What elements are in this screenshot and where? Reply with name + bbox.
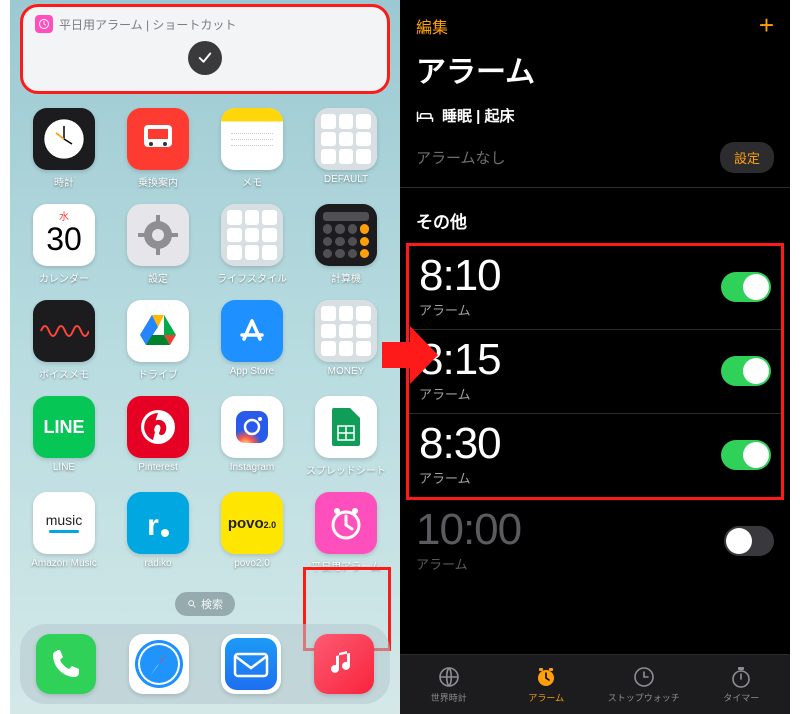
tab-ストップウォッチ[interactable]: ストップウォッチ [595, 655, 693, 714]
app-MONEY[interactable]: MONEY [306, 300, 386, 392]
alarm-label: アラーム [416, 554, 521, 573]
bed-icon [416, 109, 434, 123]
app-ライフスタイル[interactable]: ライフスタイル [212, 204, 292, 296]
app-時計[interactable]: 時計 [24, 108, 104, 200]
shortcut-app-icon [35, 15, 53, 33]
app-メモ[interactable]: メモ [212, 108, 292, 200]
app-ボイスメモ[interactable]: ボイスメモ [24, 300, 104, 392]
alarm-row[interactable]: 10:00 アラーム [400, 500, 790, 583]
check-icon [188, 41, 222, 75]
dock-mail[interactable] [221, 634, 281, 694]
alarm-time: 8:10 [419, 254, 501, 298]
alarm-toggle[interactable] [721, 440, 771, 470]
app-設定[interactable]: 設定 [118, 204, 198, 296]
alarm-toggle[interactable] [721, 356, 771, 386]
tab-bar: 世界時計アラームストップウォッチタイマー [400, 654, 790, 714]
search-icon [187, 599, 197, 609]
alarm-time: 8:30 [419, 422, 501, 466]
other-section-header: その他 [400, 188, 790, 243]
edit-button[interactable]: 編集 [416, 14, 448, 38]
dock-safari[interactable] [129, 634, 189, 694]
shortcut-notification: 平日用アラーム | ショートカット [20, 4, 390, 94]
alarm-toggle[interactable] [721, 272, 771, 302]
arrow-icon [380, 320, 440, 390]
app-Pinterest[interactable]: Pinterest [118, 396, 198, 488]
dock-music[interactable] [314, 634, 374, 694]
sleep-settings-button[interactable]: 設定 [720, 142, 774, 173]
no-alarm-label: アラームなし [416, 147, 506, 168]
homescreen: 平日用アラーム | ショートカット メッセージ tenki.jp カメラ 写真 … [10, 0, 400, 714]
alarm-row[interactable]: 8:15アラーム [409, 330, 781, 414]
highlighted-alarm-list: 8:10 アラーム 8:15アラーム 8:30 アラーム [406, 243, 784, 500]
app-平日用アラーム[interactable]: 平日用アラーム [306, 492, 386, 584]
app-LINE[interactable]: LINELINE [24, 396, 104, 488]
tab-アラーム[interactable]: アラーム [498, 655, 596, 714]
search-pill[interactable]: 検索 [175, 592, 235, 616]
home-grid: 時計乗換案内メモDEFAULT 水30カレンダー設定ライフスタイル計算機ボイスメモ… [24, 108, 386, 589]
tab-タイマー[interactable]: タイマー [693, 655, 791, 714]
alarm-row[interactable]: 8:30 アラーム [409, 414, 781, 497]
alarm-label: アラーム [419, 468, 501, 487]
app-計算機[interactable]: 計算機 [306, 204, 386, 296]
app-DEFAULT[interactable]: DEFAULT [306, 108, 386, 200]
alarm-time: 10:00 [416, 508, 521, 552]
alarm-label: アラーム [419, 300, 501, 319]
app-ドライブ[interactable]: ドライブ [118, 300, 198, 392]
dock [20, 624, 390, 704]
app-スプレッドシート[interactable]: スプレッドシート [306, 396, 386, 488]
app-カレンダー[interactable]: 水30カレンダー [24, 204, 104, 296]
app-Amazon Music[interactable]: musicAmazon Music [24, 492, 104, 584]
notification-title: 平日用アラーム | ショートカット [59, 16, 236, 33]
tab-世界時計[interactable]: 世界時計 [400, 655, 498, 714]
app-乗換案内[interactable]: 乗換案内 [118, 108, 198, 200]
page-title: アラーム [400, 41, 790, 105]
app-App Store[interactable]: App Store [212, 300, 292, 392]
sleep-section-header: 睡眠 | 起床 [400, 105, 790, 134]
app-Instagram[interactable]: Instagram [212, 396, 292, 488]
add-alarm-button[interactable]: + [759, 10, 774, 41]
app-povo2.0[interactable]: povo2.0povo2.0 [212, 492, 292, 584]
clock-app: 編集 + アラーム 睡眠 | 起床 アラームなし 設定 その他 8:10 アラーム… [400, 0, 790, 714]
app-radiko[interactable]: rradiko [118, 492, 198, 584]
alarm-toggle[interactable] [724, 526, 774, 556]
dock-phone[interactable] [36, 634, 96, 694]
alarm-row[interactable]: 8:10 アラーム [409, 246, 781, 330]
